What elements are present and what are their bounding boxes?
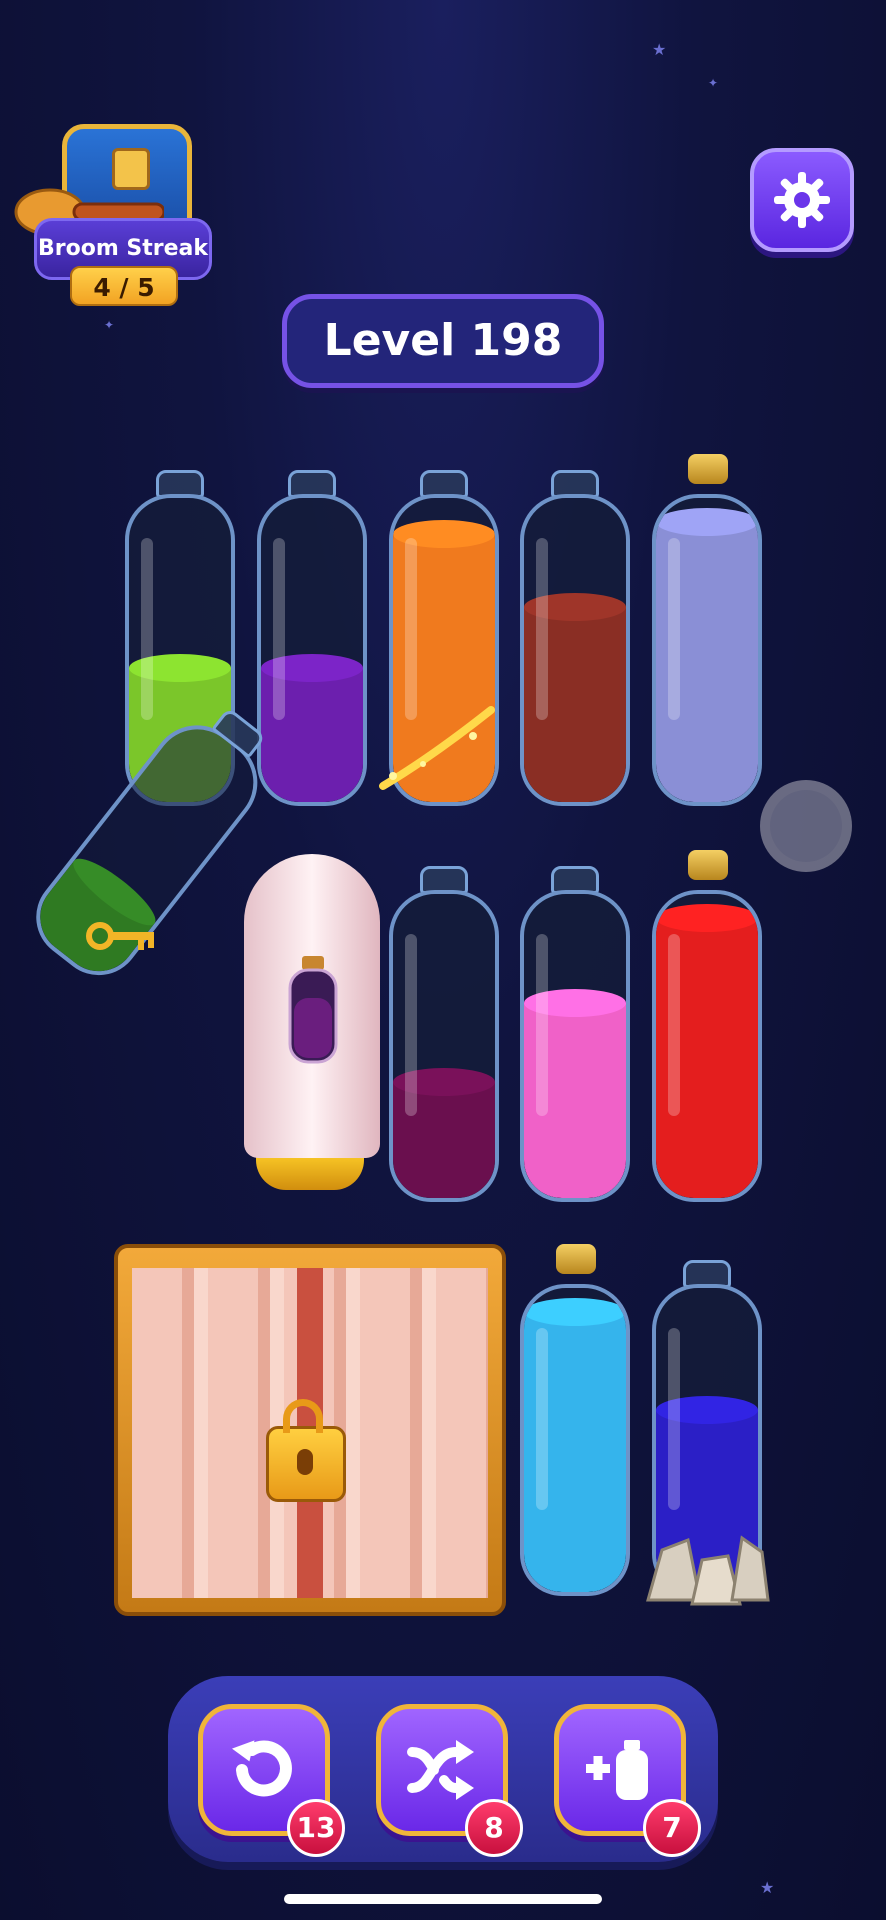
padlock-icon — [266, 1399, 346, 1502]
hidden-potion-icon — [288, 956, 338, 1064]
star-decoration: ✦ — [708, 76, 719, 90]
broom-streak-widget[interactable]: Broom Streak 4 / 5 — [14, 118, 212, 306]
undo-button[interactable]: 13 — [198, 1704, 345, 1857]
add-bottle-icon — [586, 1740, 648, 1800]
star-decoration: ✦ — [104, 318, 115, 332]
sparkle-effect-icon — [379, 706, 495, 790]
shuffle-count-badge: 8 — [465, 1799, 523, 1857]
undo-count-badge: 13 — [287, 1799, 345, 1857]
rocks-icon — [646, 1535, 770, 1606]
covered-bottle[interactable] — [244, 854, 380, 1158]
level-title: Level 198 — [282, 294, 604, 388]
shuffle-icon — [407, 1740, 474, 1800]
cork-icon — [688, 454, 728, 484]
cork-icon — [688, 850, 728, 880]
streak-count: 4 / 5 — [70, 266, 178, 306]
star-decoration: ★ — [760, 1878, 775, 1897]
add-bottle-button[interactable]: 7 — [554, 1704, 701, 1857]
shuffle-button[interactable]: 8 — [376, 1704, 523, 1857]
settings-button[interactable] — [750, 148, 854, 252]
locked-curtain-slot[interactable] — [114, 1244, 506, 1616]
undo-icon — [231, 1740, 292, 1797]
gear-icon — [774, 172, 830, 228]
cork-icon — [556, 1244, 596, 1274]
touch-indicator — [760, 780, 852, 872]
key-icon — [86, 922, 154, 950]
add-bottle-count-badge: 7 — [643, 1799, 701, 1857]
home-indicator[interactable] — [284, 1894, 602, 1904]
star-decoration: ★ — [652, 40, 667, 59]
